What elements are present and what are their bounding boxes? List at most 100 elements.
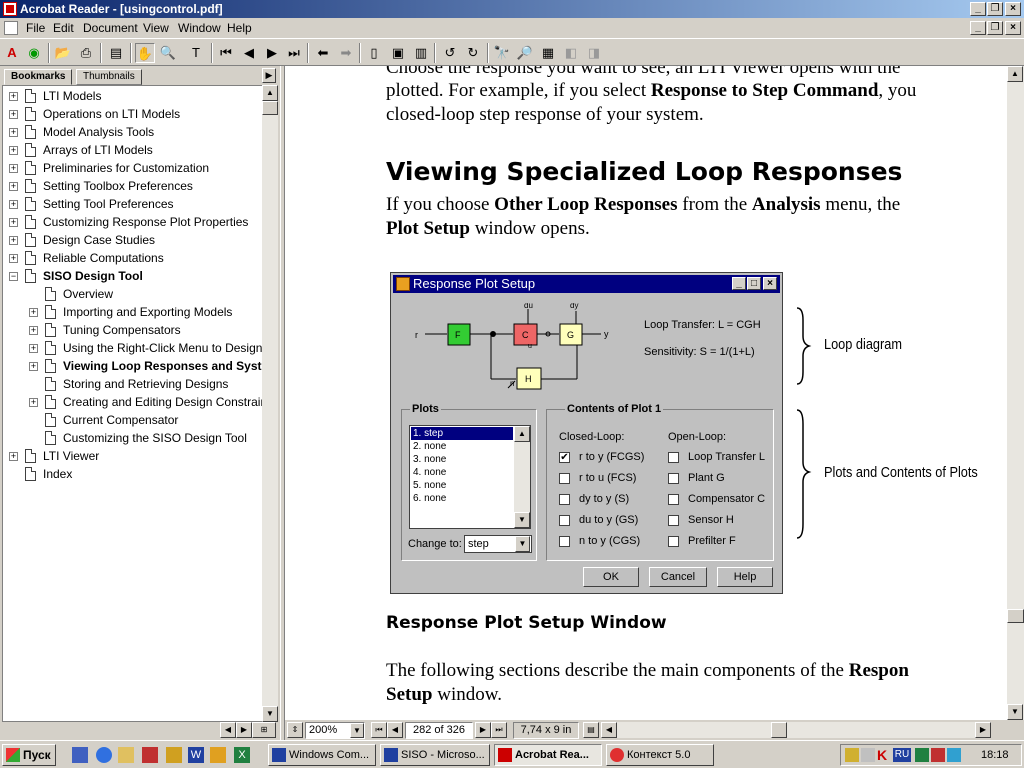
pane-menu-arrow-icon[interactable]: ▶	[262, 68, 276, 83]
expand-icon[interactable]: +	[9, 236, 18, 245]
document-vertical-scrollbar[interactable]: ▲ ▼	[1007, 66, 1024, 720]
bookmark-item[interactable]: Customizing the SISO Design Tool	[3, 430, 263, 448]
resize-grip-icon[interactable]: ⊞	[252, 722, 276, 738]
bookmark-item[interactable]: + Design Case Studies	[3, 232, 263, 250]
go-forward-icon[interactable]: ➡	[336, 43, 356, 63]
scroll-down-icon[interactable]: ▼	[262, 706, 278, 722]
minimize-button[interactable]: _	[970, 2, 986, 16]
change-to-select[interactable]: step ▼	[464, 535, 532, 553]
bookmark-item[interactable]: Overview	[3, 286, 263, 304]
expand-icon[interactable]: +	[29, 344, 38, 353]
doc-scroll-down-icon[interactable]: ▼	[1007, 704, 1023, 720]
expand-icon[interactable]: +	[9, 92, 18, 101]
bookmark-item[interactable]: + LTI Viewer	[3, 448, 263, 466]
plots-listbox[interactable]: 1. step 2. none 3. none 4. none 5. none 6. no…	[409, 425, 531, 529]
document-icon[interactable]	[4, 21, 18, 35]
bookmark-horizontal-scrollbar[interactable]: ◀ ▶ ⊞	[2, 722, 278, 738]
bookmark-item[interactable]: Current Compensator	[3, 412, 263, 430]
quicklaunch-app-icon[interactable]	[142, 747, 158, 763]
close-button[interactable]: ×	[1005, 2, 1021, 16]
task-word-siso[interactable]: SISO - Microso...	[380, 744, 490, 766]
bookmark-item[interactable]: − SISO Design Tool	[3, 268, 263, 286]
title-bar[interactable]: Acrobat Reader - [usingcontrol.pdf] _ ❐ …	[0, 0, 1024, 18]
menu-edit[interactable]: Edit	[53, 21, 74, 35]
actual-size-icon[interactable]: ▯	[364, 43, 384, 63]
expand-icon[interactable]: +	[9, 164, 18, 173]
bookmark-item[interactable]: + Preliminaries for Customization	[3, 160, 263, 178]
scroll-right-icon[interactable]: ▶	[236, 722, 252, 738]
acrobat-app-icon[interactable]	[3, 2, 17, 16]
document-view[interactable]: Choose the response you want to see, an …	[285, 66, 1007, 720]
language-indicator[interactable]: RU	[893, 748, 911, 762]
plots-scroll-down-icon[interactable]: ▼	[514, 512, 530, 528]
bookmark-item[interactable]: + Setting Tool Preferences	[3, 196, 263, 214]
bookmark-item[interactable]: Storing and Retrieving Designs	[3, 376, 263, 394]
clock[interactable]: 18:18	[981, 749, 1009, 761]
previous-highlight-icon[interactable]: ◧	[561, 43, 581, 63]
bookmark-item[interactable]: Index	[3, 466, 263, 484]
print-icon[interactable]: ⎙	[76, 43, 96, 63]
status-first-page-icon[interactable]: ⏮	[371, 722, 387, 738]
find-icon[interactable]: 🔭	[492, 43, 512, 63]
word-icon[interactable]: W	[188, 747, 204, 763]
expand-icon[interactable]: +	[29, 362, 38, 371]
document-horizontal-scrollbar[interactable]: ◀ ▶	[601, 722, 991, 738]
task-windows-commander[interactable]: Windows Com...	[268, 744, 376, 766]
search-icon[interactable]: 🔎	[515, 43, 535, 63]
bookmark-vertical-scrollbar[interactable]: ▲ ▼	[262, 85, 278, 722]
bookmark-item[interactable]: + Reliable Computations	[3, 250, 263, 268]
bookmark-item[interactable]: + Setting Toolbox Preferences	[3, 178, 263, 196]
expand-icon[interactable]: +	[29, 308, 38, 317]
doc-scroll-up-icon[interactable]: ▲	[1007, 66, 1023, 82]
go-back-icon[interactable]: ⬅	[313, 43, 333, 63]
fit-in-window-icon[interactable]: ▣	[388, 43, 408, 63]
last-page-icon[interactable]: ⏭	[284, 43, 304, 63]
tray-app-icon[interactable]	[931, 748, 945, 762]
plots-list-scrollbar[interactable]: ▲ ▼	[514, 426, 530, 528]
fit-width-icon[interactable]: ▥	[411, 43, 431, 63]
tray-network-icon[interactable]	[915, 748, 929, 762]
status-next-page-icon[interactable]: ▶	[475, 722, 491, 738]
start-button[interactable]: Пуск	[2, 744, 56, 766]
page-layout-menu-icon[interactable]: ▤	[583, 722, 599, 738]
expand-icon[interactable]: +	[9, 452, 18, 461]
page-number-field[interactable]: 282 of 326	[405, 722, 473, 739]
doc-hscroll-thumb[interactable]	[771, 722, 787, 738]
search-results-icon[interactable]: ▦	[538, 43, 558, 63]
expand-icon[interactable]: +	[29, 398, 38, 407]
bookmark-item[interactable]: + Arrays of LTI Models	[3, 142, 263, 160]
scroll-thumb[interactable]	[262, 101, 278, 115]
expand-icon[interactable]: +	[9, 254, 18, 263]
page-layout-icon[interactable]: ⇕	[287, 722, 303, 738]
zoom-dropdown-icon[interactable]: ▼	[350, 723, 364, 738]
expand-icon[interactable]: +	[9, 182, 18, 191]
task-kontekst[interactable]: Контекст 5.0	[606, 744, 714, 766]
doc-restore-button[interactable]: ❐	[987, 21, 1003, 35]
tray-tool-icon[interactable]	[845, 748, 859, 762]
rotate-right-icon[interactable]: ↻	[463, 43, 483, 63]
bookmark-item[interactable]: + Viewing Loop Responses and System	[3, 358, 277, 376]
status-last-page-icon[interactable]: ⏭	[491, 722, 507, 738]
doc-scroll-left-icon[interactable]: ◀	[601, 722, 617, 738]
next-page-icon[interactable]: ▶	[262, 43, 282, 63]
chevron-down-icon[interactable]: ▼	[515, 536, 530, 552]
bookmark-item[interactable]: + LTI Models	[3, 88, 263, 106]
tray-shield-icon[interactable]	[947, 748, 961, 762]
doc-close-button[interactable]: ×	[1005, 21, 1021, 35]
internet-explorer-icon[interactable]	[96, 747, 112, 763]
tray-pen-icon[interactable]	[861, 748, 875, 762]
folder-icon[interactable]	[166, 747, 182, 763]
kaspersky-icon[interactable]: K	[877, 747, 887, 763]
bookmark-item[interactable]: + Customizing Response Plot Properties	[3, 214, 263, 232]
menu-help[interactable]: Help	[227, 21, 252, 35]
bookmark-item[interactable]: + Using the Right-Click Menu to Design	[3, 340, 263, 358]
expand-icon[interactable]: +	[9, 146, 18, 155]
menu-file[interactable]: File	[26, 21, 45, 35]
doc-scroll-thumb[interactable]	[1007, 609, 1024, 623]
first-page-icon[interactable]: ⏮	[216, 43, 236, 63]
status-prev-page-icon[interactable]: ◀	[387, 722, 403, 738]
bookmark-item[interactable]: + Creating and Editing Design Constraints	[3, 394, 276, 412]
expand-icon[interactable]: +	[9, 218, 18, 227]
web-capture-icon[interactable]: ◉	[24, 43, 44, 63]
desktop-icon[interactable]	[72, 747, 88, 763]
